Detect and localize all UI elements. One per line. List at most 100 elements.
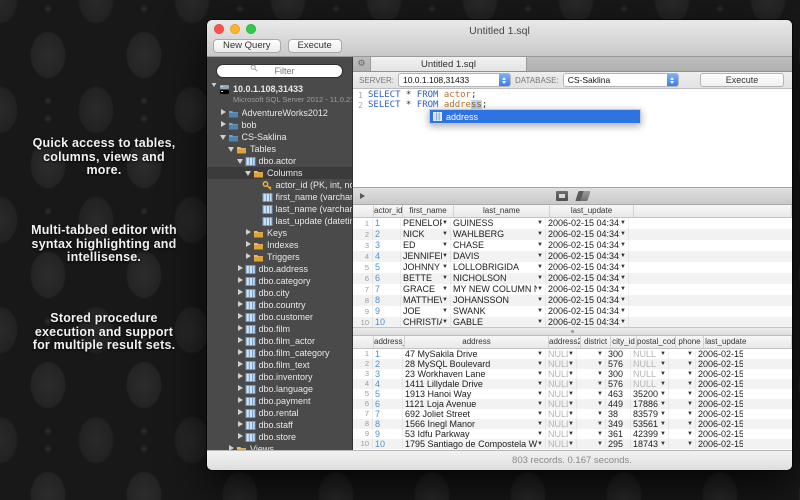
sql-editor[interactable]: 1SELECT * FROM actor;2SELECT * FROM addr… bbox=[353, 89, 792, 187]
tree-item-dbo-customer[interactable]: dbo.customer bbox=[207, 311, 352, 323]
dropdown-icon[interactable]: ▼ bbox=[442, 317, 449, 327]
filter-input[interactable] bbox=[216, 64, 343, 78]
dropdown-icon[interactable]: ▼ bbox=[568, 369, 575, 379]
autocomplete-item-address[interactable]: address bbox=[430, 110, 640, 123]
tree-item-dbo-film[interactable]: dbo.film bbox=[207, 323, 352, 335]
dropdown-icon[interactable]: ▼ bbox=[660, 389, 667, 399]
dropdown-icon[interactable]: ▼ bbox=[687, 409, 694, 419]
dropdown-icon[interactable]: ▼ bbox=[537, 399, 544, 409]
cell-address-id[interactable]: 3 bbox=[373, 369, 403, 379]
cell-address2[interactable]: NULL▼ bbox=[546, 379, 577, 389]
tree-item-dbo-film-text[interactable]: dbo.film_text bbox=[207, 359, 352, 371]
dropdown-icon[interactable]: ▼ bbox=[568, 389, 575, 399]
dropdown-icon[interactable]: ▼ bbox=[537, 359, 544, 369]
dropdown-icon[interactable]: ▼ bbox=[442, 229, 449, 240]
column-header-last-name[interactable]: last_name bbox=[454, 205, 550, 217]
cell-address-id[interactable]: 10 bbox=[373, 439, 403, 449]
dropdown-icon[interactable]: ▼ bbox=[537, 419, 544, 429]
cell-district[interactable]: ▼ bbox=[577, 409, 606, 419]
execute-toolbar-button[interactable]: Execute bbox=[288, 39, 342, 53]
dropdown-icon[interactable]: ▼ bbox=[442, 284, 449, 295]
dropdown-icon[interactable]: ▼ bbox=[620, 218, 627, 229]
cell-phone[interactable]: ▼ bbox=[669, 409, 696, 419]
cell-last-update[interactable]: 2006-02-15 04:34:33▼ bbox=[546, 306, 629, 317]
cell-postal-code[interactable]: 17886▼ bbox=[631, 399, 669, 409]
dropdown-icon[interactable]: ▼ bbox=[687, 419, 694, 429]
cell-district[interactable]: ▼ bbox=[577, 369, 606, 379]
dropdown-icon[interactable]: ▼ bbox=[597, 369, 604, 379]
dropdown-icon[interactable]: ▼ bbox=[597, 389, 604, 399]
cell-first-name[interactable]: JOE▼ bbox=[401, 306, 451, 317]
cell-address-id[interactable]: 4 bbox=[373, 379, 403, 389]
dropdown-icon[interactable]: ▼ bbox=[660, 399, 667, 409]
cell-last-name[interactable]: MY NEW COLUMN NAME▼ bbox=[451, 284, 546, 295]
grid-splitter[interactable] bbox=[353, 327, 792, 336]
dropdown-icon[interactable]: ▼ bbox=[537, 229, 544, 240]
dropdown-icon[interactable]: ▼ bbox=[442, 262, 449, 273]
dropdown-icon[interactable]: ▼ bbox=[568, 399, 575, 409]
cell-address2[interactable]: NULL▼ bbox=[546, 439, 577, 449]
dropdown-icon[interactable]: ▼ bbox=[620, 262, 627, 273]
cell-district[interactable]: ▼ bbox=[577, 359, 606, 369]
column-header-address[interactable]: address bbox=[405, 336, 549, 348]
column-header-postal-code[interactable]: postal_code bbox=[637, 336, 676, 348]
dropdown-icon[interactable]: ▼ bbox=[660, 419, 667, 429]
dropdown-icon[interactable]: ▼ bbox=[568, 429, 575, 439]
execute-query-button[interactable]: Execute bbox=[700, 73, 784, 87]
tab-untitled-1[interactable]: Untitled 1.sql bbox=[371, 57, 527, 71]
cell-address2[interactable]: NULL▼ bbox=[546, 349, 577, 359]
dropdown-icon[interactable]: ▼ bbox=[620, 306, 627, 317]
dropdown-icon[interactable]: ▼ bbox=[537, 317, 544, 327]
tree-item-first-name-varchar-4[interactable]: first_name (varchar(4… bbox=[207, 191, 352, 203]
cell-postal-code[interactable]: 42399▼ bbox=[631, 429, 669, 439]
cell-actor-id[interactable]: 6 bbox=[373, 273, 401, 284]
dropdown-icon[interactable]: ▼ bbox=[620, 317, 627, 327]
cell-city-id[interactable]: 300 bbox=[606, 349, 631, 359]
cell-first-name[interactable]: ED▼ bbox=[401, 240, 451, 251]
cell-address[interactable]: 1913 Hanoi Way▼ bbox=[403, 389, 546, 399]
dropdown-icon[interactable]: ▼ bbox=[597, 399, 604, 409]
dropdown-icon[interactable]: ▼ bbox=[537, 273, 544, 284]
dropdown-icon[interactable]: ▼ bbox=[620, 284, 627, 295]
cell-district[interactable]: ▼ bbox=[577, 399, 606, 409]
dropdown-icon[interactable]: ▼ bbox=[660, 439, 667, 449]
cell-last-update[interactable]: 2006-02-15 04:45: bbox=[696, 419, 744, 429]
cell-address[interactable]: 1411 Lillydale Drive▼ bbox=[403, 379, 546, 389]
cell-last-name[interactable]: SWANK▼ bbox=[451, 306, 546, 317]
tree-item-dbo-inventory[interactable]: dbo.inventory bbox=[207, 371, 352, 383]
cell-actor-id[interactable]: 1 bbox=[373, 218, 401, 229]
cell-last-update[interactable]: 2006-02-15 04:34:33▼ bbox=[546, 229, 629, 240]
dropdown-icon[interactable]: ▼ bbox=[537, 240, 544, 251]
dropdown-icon[interactable]: ▼ bbox=[537, 295, 544, 306]
gear-icon[interactable]: ⚙ bbox=[353, 57, 371, 71]
cell-phone[interactable]: ▼ bbox=[669, 359, 696, 369]
tree-item-views[interactable]: Views bbox=[207, 443, 352, 450]
dropdown-icon[interactable]: ▼ bbox=[620, 295, 627, 306]
dropdown-icon[interactable]: ▼ bbox=[568, 409, 575, 419]
cell-postal-code[interactable]: 53561▼ bbox=[631, 419, 669, 429]
dropdown-icon[interactable]: ▼ bbox=[537, 349, 544, 359]
dropdown-icon[interactable]: ▼ bbox=[442, 273, 449, 284]
cell-last-name[interactable]: WAHLBERG▼ bbox=[451, 229, 546, 240]
cell-phone[interactable]: ▼ bbox=[669, 429, 696, 439]
cell-phone[interactable]: ▼ bbox=[669, 389, 696, 399]
cell-city-id[interactable]: 576 bbox=[606, 379, 631, 389]
cell-phone[interactable]: ▼ bbox=[669, 419, 696, 429]
dropdown-icon[interactable]: ▼ bbox=[597, 429, 604, 439]
cell-district[interactable]: ▼ bbox=[577, 439, 606, 449]
column-header-last-update[interactable]: last_update bbox=[704, 336, 748, 348]
cell-address2[interactable]: NULL▼ bbox=[546, 429, 577, 439]
cell-last-update[interactable]: 2006-02-15 04:45: bbox=[696, 369, 744, 379]
dropdown-icon[interactable]: ▼ bbox=[687, 379, 694, 389]
dropdown-icon[interactable]: ▼ bbox=[537, 369, 544, 379]
dropdown-icon[interactable]: ▼ bbox=[597, 419, 604, 429]
cell-district[interactable]: ▼ bbox=[577, 389, 606, 399]
column-header-first-name[interactable]: first_name bbox=[403, 205, 454, 217]
cell-last-update[interactable]: 2006-02-15 04:45: bbox=[696, 359, 744, 369]
cell-first-name[interactable]: JENNIFER▼ bbox=[401, 251, 451, 262]
dropdown-icon[interactable]: ▼ bbox=[568, 359, 575, 369]
cell-address[interactable]: 28 MySQL Boulevard▼ bbox=[403, 359, 546, 369]
cell-last-update[interactable]: 2006-02-15 04:45: bbox=[696, 399, 744, 409]
cell-last-update[interactable]: 2006-02-15 04:34:33▼ bbox=[546, 295, 629, 306]
cell-city-id[interactable]: 449 bbox=[606, 399, 631, 409]
